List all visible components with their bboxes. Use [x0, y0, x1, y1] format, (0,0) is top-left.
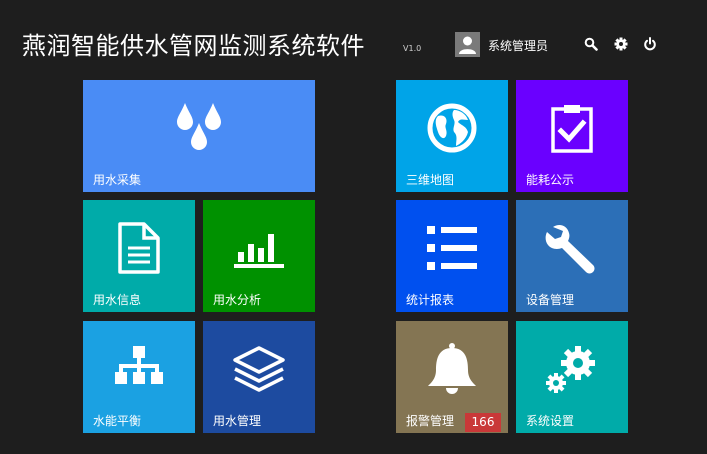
tile-label: 统计报表: [406, 293, 455, 307]
tile-energy-publicity[interactable]: 能耗公示: [516, 80, 628, 192]
version-label: V1.0: [403, 44, 422, 53]
tile-water-management[interactable]: 用水管理: [203, 321, 315, 433]
user-avatar[interactable]: [455, 32, 480, 57]
bell-icon: [426, 342, 478, 400]
clipboard-check-icon: [550, 103, 594, 157]
list-icon: [427, 224, 477, 276]
tile-device-management[interactable]: 设备管理: [516, 200, 628, 312]
wrench-icon: [545, 221, 599, 279]
tile-label: 用水管理: [213, 414, 262, 428]
gears-icon: [544, 343, 600, 399]
water-drops-icon: [171, 101, 227, 159]
bar-chart-icon: [234, 228, 284, 272]
dashboard-page: 燕润智能供水管网监测系统软件 V1.0 系统管理员 用水采集 用水信息 用水分析…: [0, 0, 707, 454]
tile-water-collection[interactable]: 用水采集: [83, 80, 315, 192]
user-icon: [459, 36, 476, 54]
globe-icon: [426, 102, 478, 158]
tile-water-analysis[interactable]: 用水分析: [203, 200, 315, 312]
tile-label: 报警管理: [406, 414, 455, 428]
tile-energy-balance[interactable]: 水能平衡: [83, 321, 195, 433]
tile-label: 系统设置: [526, 414, 575, 428]
tile-label: 三维地图: [406, 173, 455, 187]
tile-label: 用水分析: [213, 293, 262, 307]
tile-label: 能耗公示: [526, 173, 575, 187]
tile-label: 设备管理: [526, 293, 575, 307]
document-icon: [116, 222, 162, 278]
app-title: 燕润智能供水管网监测系统软件: [22, 32, 365, 60]
tile-label: 水能平衡: [93, 414, 142, 428]
user-name[interactable]: 系统管理员: [488, 37, 548, 54]
tile-system-settings[interactable]: 系统设置: [516, 321, 628, 433]
tile-statistics-report[interactable]: 统计报表: [396, 200, 508, 312]
hierarchy-icon: [113, 346, 165, 396]
tile-3d-map[interactable]: 三维地图: [396, 80, 508, 192]
tile-water-info[interactable]: 用水信息: [83, 200, 195, 312]
tile-label: 用水信息: [93, 293, 142, 307]
power-icon[interactable]: [643, 36, 657, 51]
gear-icon[interactable]: [614, 36, 628, 51]
search-icon[interactable]: [584, 36, 598, 51]
layers-icon: [233, 346, 285, 396]
tile-label: 用水采集: [93, 173, 142, 187]
alarm-count-badge: 166: [465, 413, 501, 432]
